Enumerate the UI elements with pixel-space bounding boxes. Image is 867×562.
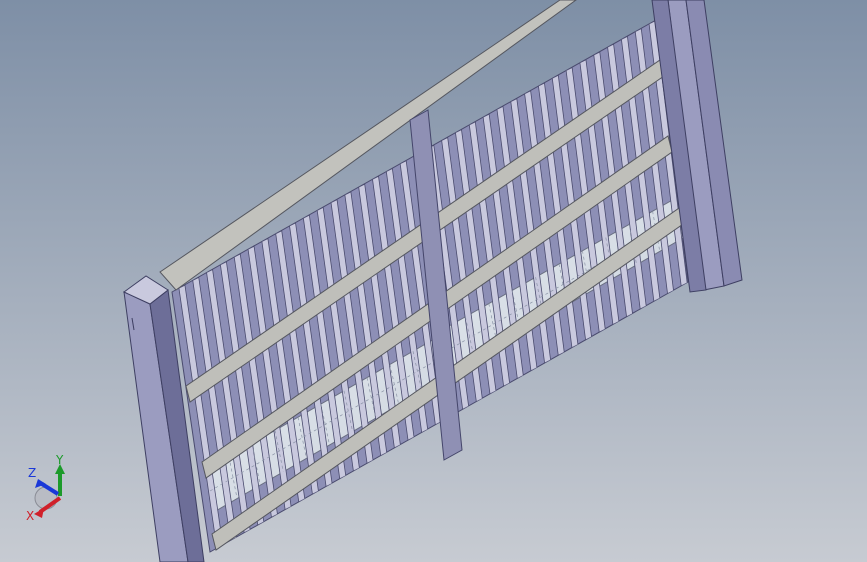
graphics-viewport[interactable]: Y Z X (0, 0, 867, 562)
y-axis-label: Y (55, 453, 64, 467)
model-scene[interactable] (0, 0, 867, 562)
orientation-triad[interactable]: Y Z X (22, 452, 82, 524)
z-axis-label: Z (28, 466, 36, 480)
x-axis-label: X (26, 509, 34, 523)
x-axis-arrowhead (34, 508, 44, 518)
